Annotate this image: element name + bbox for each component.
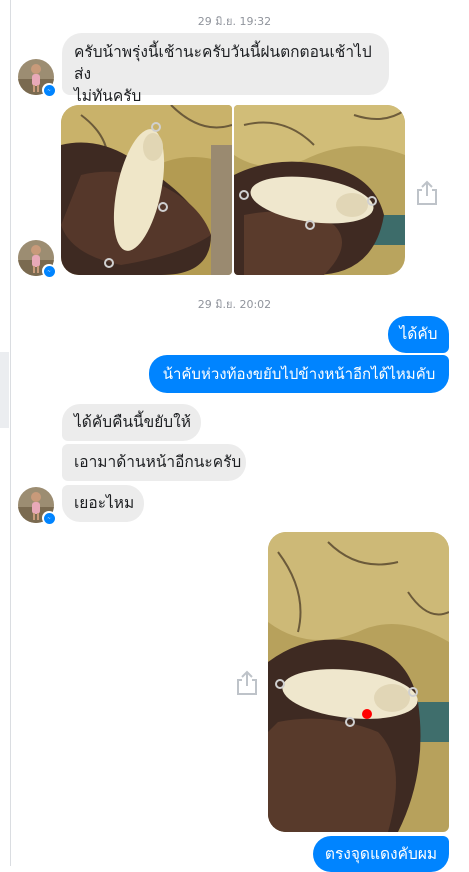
- message-timestamp: 29 มิ.ย. 20:02: [197, 298, 272, 311]
- avatar[interactable]: [18, 240, 56, 278]
- avatar[interactable]: [18, 487, 56, 525]
- message-text: น้าคับห่วงท้องขยับไปข้างหน้าอีกได้ไหมคับ: [162, 365, 436, 383]
- outgoing-message[interactable]: ได้คับ: [388, 316, 449, 353]
- photo-attachment[interactable]: [234, 105, 405, 275]
- messenger-icon: [42, 83, 56, 97]
- message-text: ได้คับคืนนี้ขยับให้: [74, 413, 191, 431]
- message-text: ครับน้าพรุ่งนี้เช้านะครับวันนี้ฝนตกตอนเช…: [74, 43, 372, 83]
- messenger-icon: [42, 511, 56, 525]
- panel-edge-tab: [0, 352, 9, 428]
- incoming-message[interactable]: เยอะไหม: [62, 485, 144, 522]
- message-text: เยอะไหม: [74, 494, 135, 512]
- incoming-message[interactable]: ได้คับคืนนี้ขยับให้: [62, 404, 201, 441]
- share-icon[interactable]: [416, 180, 438, 206]
- message-text: ไม่ทันครับ: [74, 87, 142, 105]
- message-text: เอามาด้านหน้าอีกนะครับ: [74, 453, 242, 471]
- incoming-message[interactable]: ครับน้าพรุ่งนี้เช้านะครับวันนี้ฝนตกตอนเช…: [62, 33, 389, 105]
- outgoing-message[interactable]: น้าคับห่วงท้องขยับไปข้างหน้าอีกได้ไหมคับ: [149, 355, 449, 393]
- panel-border: [10, 0, 11, 866]
- red-marker: [362, 709, 372, 719]
- messenger-icon: [42, 264, 56, 278]
- message-timestamp: 29 มิ.ย. 19:32: [197, 15, 272, 28]
- photo-attachment[interactable]: [61, 105, 232, 275]
- photo-attachment[interactable]: [268, 532, 449, 832]
- incoming-message[interactable]: เอามาด้านหน้าอีกนะครับ: [62, 444, 246, 481]
- outgoing-message[interactable]: ตรงจุดแดงคับผม: [313, 836, 449, 872]
- avatar[interactable]: [18, 59, 56, 97]
- message-text: ได้คับ: [399, 325, 438, 343]
- share-icon[interactable]: [236, 670, 258, 696]
- message-text: ตรงจุดแดงคับผม: [324, 845, 438, 863]
